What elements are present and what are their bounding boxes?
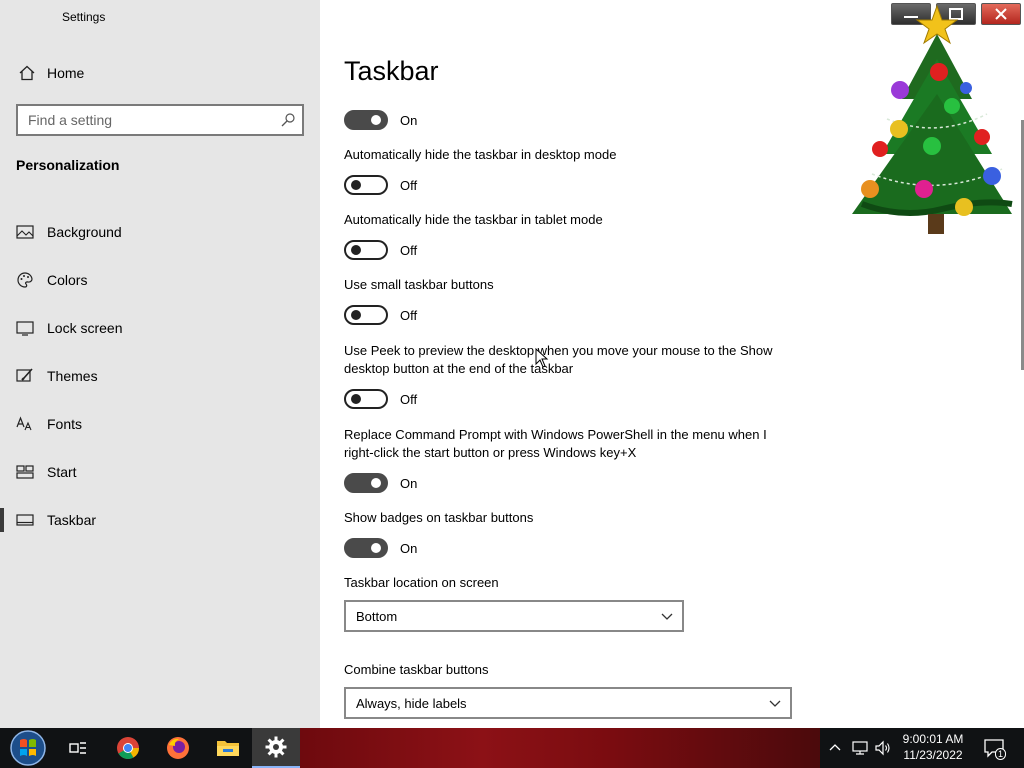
- windows-taskbar: 9:00:01 AM 11/23/2022 1: [0, 728, 1024, 768]
- setting-label-peek: Use Peek to preview the desktop when you…: [344, 343, 773, 376]
- wallpaper-strip: [300, 728, 820, 768]
- toggle-state: Off: [400, 242, 418, 258]
- christmas-tree-decoration: [842, 4, 1018, 244]
- chevron-down-icon: [660, 609, 674, 623]
- auto-hide-tablet-toggle-row: Off: [344, 240, 417, 260]
- page-title: Taskbar: [344, 56, 439, 86]
- sidebar-item-fonts[interactable]: Fonts: [0, 400, 320, 448]
- app-title: Settings: [62, 10, 106, 24]
- badges-toggle-row: On: [344, 538, 417, 558]
- home-label: Home: [47, 65, 85, 81]
- dropdown-value: Always, hide labels: [356, 695, 467, 711]
- taskbar-clock[interactable]: 9:00:01 AM 11/23/2022: [892, 731, 974, 763]
- chevron-up-icon[interactable]: [826, 728, 844, 768]
- settings-sidebar: Settings Home Personalization Background…: [0, 0, 320, 728]
- sidebar-item-label: Taskbar: [47, 512, 97, 528]
- peek-toggle[interactable]: [344, 389, 388, 409]
- start-orb-icon[interactable]: [4, 728, 52, 768]
- chevron-down-icon: [768, 696, 782, 710]
- lock-taskbar-toggle[interactable]: [344, 110, 388, 130]
- tiles-icon: [16, 463, 34, 481]
- small-buttons-toggle[interactable]: [344, 305, 388, 325]
- sidebar-item-lock-screen[interactable]: Lock screen: [0, 304, 320, 352]
- setting-label-powershell: Replace Command Prompt with Windows Powe…: [344, 427, 767, 460]
- font-icon: [16, 415, 34, 433]
- badges-toggle[interactable]: [344, 538, 388, 558]
- setting-label-auto-hide-desktop: Automatically hide the taskbar in deskto…: [344, 147, 617, 162]
- image-icon: [16, 223, 34, 241]
- search-input[interactable]: [18, 106, 268, 134]
- sidebar-item-taskbar[interactable]: Taskbar: [0, 496, 320, 544]
- clock-date: 11/23/2022: [903, 748, 963, 762]
- brush-icon: [16, 367, 34, 385]
- sidebar-item-themes[interactable]: Themes: [0, 352, 320, 400]
- clock-time: 9:00:01 AM: [902, 732, 964, 746]
- sidebar-item-label: Fonts: [47, 416, 83, 432]
- auto-hide-desktop-toggle[interactable]: [344, 175, 388, 195]
- personalization-nav: Background Colors Lock screen Themes Fon…: [0, 208, 320, 544]
- auto-hide-tablet-toggle[interactable]: [344, 240, 388, 260]
- small-buttons-toggle-row: Off: [344, 305, 417, 325]
- sidebar-item-label: Colors: [47, 272, 88, 288]
- toggle-state: Off: [400, 177, 418, 193]
- palette-icon: [16, 271, 34, 289]
- section-title: Personalization: [16, 157, 120, 173]
- peek-toggle-row: Off: [344, 389, 417, 409]
- sidebar-item-label: Background: [47, 224, 122, 240]
- sidebar-item-background[interactable]: Background: [0, 208, 320, 256]
- toggle-state: On: [400, 112, 418, 128]
- lock-taskbar-toggle-row: On: [344, 110, 417, 130]
- toggle-state: Off: [400, 391, 418, 407]
- toggle-state: On: [400, 540, 418, 556]
- mouse-cursor-icon: [535, 347, 549, 368]
- chrome-icon[interactable]: [104, 728, 152, 768]
- task-view-icon[interactable]: [54, 728, 102, 768]
- sidebar-item-start[interactable]: Start: [0, 448, 320, 496]
- home-nav-item[interactable]: Home: [16, 62, 84, 84]
- network-icon[interactable]: [849, 728, 871, 768]
- settings-gear-icon[interactable]: [252, 728, 300, 768]
- toggle-state: On: [400, 475, 418, 491]
- powershell-toggle-row: On: [344, 473, 417, 493]
- combine-buttons-dropdown[interactable]: Always, hide labels: [344, 687, 792, 719]
- firefox-icon[interactable]: [154, 728, 202, 768]
- sidebar-item-label: Lock screen: [47, 320, 123, 336]
- sidebar-item-label: Start: [47, 464, 77, 480]
- toggle-state: Off: [400, 307, 418, 323]
- volume-icon[interactable]: [873, 728, 893, 768]
- notification-badge: 1: [995, 748, 1007, 760]
- sidebar-item-colors[interactable]: Colors: [0, 256, 320, 304]
- monitor-icon: [16, 319, 34, 337]
- dropdown-value: Bottom: [356, 608, 398, 624]
- setting-label-auto-hide-tablet: Automatically hide the taskbar in tablet…: [344, 212, 603, 227]
- search-box[interactable]: [16, 104, 304, 136]
- taskbar-icon: [16, 511, 34, 529]
- powershell-toggle[interactable]: [344, 473, 388, 493]
- search-icon[interactable]: [280, 112, 296, 128]
- setting-label-badges: Show badges on taskbar buttons: [344, 510, 534, 525]
- taskbar-location-dropdown[interactable]: Bottom: [344, 600, 684, 632]
- auto-hide-desktop-toggle-row: Off: [344, 175, 417, 195]
- home-icon: [16, 62, 38, 84]
- setting-label-small-buttons: Use small taskbar buttons: [344, 277, 494, 292]
- notification-center-icon[interactable]: 1: [980, 728, 1008, 768]
- file-explorer-icon[interactable]: [204, 728, 252, 768]
- setting-label-combine: Combine taskbar buttons: [344, 662, 489, 677]
- sidebar-item-label: Themes: [47, 368, 98, 384]
- setting-label-location: Taskbar location on screen: [344, 575, 499, 590]
